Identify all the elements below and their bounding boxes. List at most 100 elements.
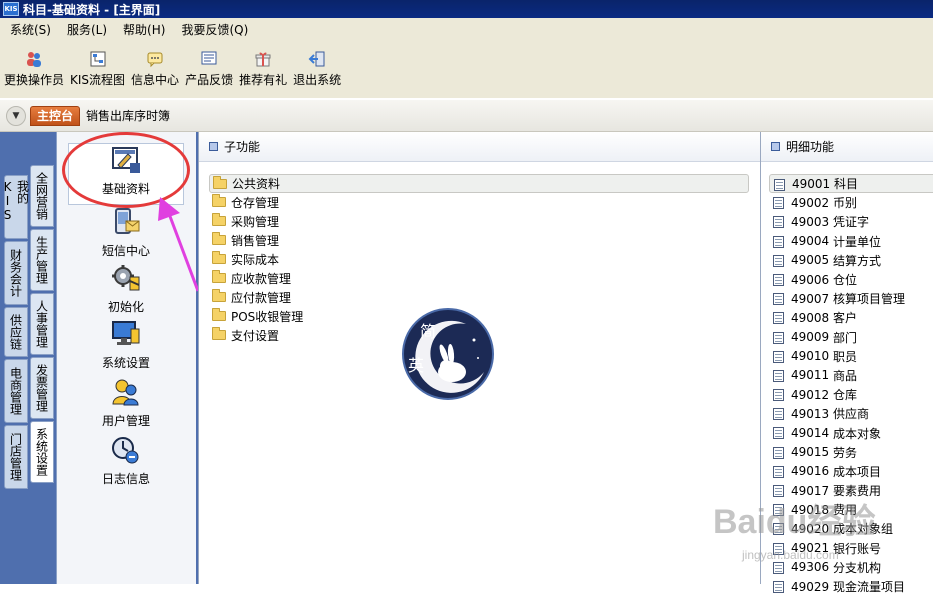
document-icon — [773, 369, 784, 382]
nav-strip: ▼ 主控台 销售出库序时簿 — [0, 100, 933, 132]
list-item[interactable]: 应付款管理 — [209, 288, 749, 307]
list-item[interactable]: 49010 职员 — [769, 347, 933, 366]
tab-supply-chain[interactable]: 供应链 — [4, 307, 28, 357]
module-label: 初始化 — [107, 300, 144, 314]
item-name: 核算项目管理 — [833, 292, 906, 307]
list-item[interactable]: 仓存管理 — [209, 193, 749, 212]
list-item[interactable]: 49016 成本项目 — [769, 462, 933, 481]
detail-function-title: 明细功能 — [786, 140, 835, 154]
header-square-icon — [771, 142, 780, 151]
item-name: 成本项目 — [833, 464, 882, 479]
item-code: 49003 — [791, 214, 830, 229]
tab-omni-marketing[interactable]: 全网营销 — [30, 165, 54, 227]
item-code: 49015 — [791, 445, 830, 460]
module-system-settings[interactable]: 系统设置 — [68, 318, 184, 374]
list-item[interactable]: 49001 科目 — [769, 174, 933, 194]
item-name: 仓库 — [833, 388, 858, 403]
outer-vertical-tabs: 我的KIS 财务会计 供应链 电商管理 门店管理 — [1, 175, 30, 491]
list-item-label: 公共资料 — [232, 177, 281, 191]
folder-icon — [212, 308, 226, 321]
tab-store-management[interactable]: 门店管理 — [4, 425, 28, 489]
list-item[interactable]: 49005 结算方式 — [769, 251, 933, 270]
inner-vertical-tabs: 全网营销 生产管理 人事管理 发票管理 系统设置 — [30, 165, 54, 485]
detail-function-header: 明细功能 — [761, 132, 933, 162]
toolbar-label: 推荐有礼 — [239, 73, 288, 87]
kis-flowchart-button[interactable]: KIS流程图 — [70, 40, 125, 88]
tab-system-settings[interactable]: 系统设置 — [30, 421, 54, 483]
item-name: 币别 — [833, 196, 858, 211]
list-item[interactable]: 49008 客户 — [769, 308, 933, 327]
info-center-button[interactable]: 信息中心 — [131, 40, 179, 88]
product-feedback-button[interactable]: 产品反馈 — [185, 40, 233, 88]
menu-system[interactable]: 系统(S) — [0, 21, 57, 38]
tab-finance-accounting[interactable]: 财务会计 — [4, 241, 28, 305]
item-name: 成本对象 — [833, 426, 882, 441]
document-icon — [773, 254, 784, 267]
flowchart-icon — [88, 50, 108, 68]
watermark-badge: 简 英 — [402, 308, 494, 400]
menu-feedback[interactable]: 我要反馈(Q) — [171, 21, 254, 38]
gift-icon — [253, 50, 273, 68]
list-item[interactable]: 49014 成本对象 — [769, 423, 933, 442]
tab-ecommerce-management[interactable]: 电商管理 — [4, 359, 28, 423]
item-name: 劳务 — [833, 445, 858, 460]
exit-system-button[interactable]: 退出系统 — [293, 40, 341, 88]
menu-service[interactable]: 服务(L) — [57, 21, 113, 38]
list-item[interactable]: 49015 劳务 — [769, 443, 933, 462]
item-name: 计量单位 — [833, 234, 882, 249]
item-name: 仓位 — [833, 273, 858, 288]
item-code: 49009 — [791, 330, 830, 345]
folder-icon — [212, 232, 226, 245]
document-icon — [773, 580, 784, 593]
list-item-label: POS收银管理 — [231, 310, 304, 324]
tab-my-kis[interactable]: 我的KIS — [1, 175, 30, 239]
document-icon — [773, 446, 784, 459]
list-item[interactable]: 49006 仓位 — [769, 270, 933, 289]
list-item[interactable]: 49007 核算项目管理 — [769, 289, 933, 308]
list-item[interactable]: 49003 凭证字 — [769, 212, 933, 231]
module-user-management[interactable]: 用户管理 — [68, 376, 184, 432]
list-item[interactable]: 公共资料 — [209, 174, 749, 193]
list-item[interactable]: 49002 币别 — [769, 193, 933, 212]
list-item[interactable]: 应收款管理 — [209, 269, 749, 288]
list-item-label: 支付设置 — [231, 329, 280, 343]
list-item[interactable]: 销售管理 — [209, 231, 749, 250]
item-name: 现金流量项目 — [833, 580, 906, 595]
tab-main-console[interactable]: 主控台 — [30, 105, 81, 126]
folder-icon — [212, 251, 226, 264]
sub-function-header: 子功能 — [199, 132, 760, 162]
list-item[interactable]: 49012 仓库 — [769, 385, 933, 404]
menu-bar: 系统(S) 服务(L) 帮助(H) 我要反馈(Q) — [0, 18, 933, 40]
menu-help[interactable]: 帮助(H) — [113, 21, 171, 38]
item-code: 49013 — [791, 406, 830, 421]
list-item[interactable]: 采购管理 — [209, 212, 749, 231]
item-code: 49010 — [791, 349, 830, 364]
tab-production-management[interactable]: 生产管理 — [30, 229, 54, 291]
toolbar-label: KIS流程图 — [70, 73, 126, 87]
badge-char-left: 英 — [408, 356, 425, 375]
list-item[interactable]: 49011 商品 — [769, 366, 933, 385]
tab-hr-management[interactable]: 人事管理 — [30, 293, 54, 355]
switch-user-icon — [24, 50, 44, 68]
list-item[interactable]: 49013 供应商 — [769, 404, 933, 423]
module-log-info[interactable]: 日志信息 — [68, 434, 184, 490]
recommend-gift-button[interactable]: 推荐有礼 — [239, 40, 287, 88]
document-icon — [773, 312, 784, 325]
tab-invoice-management[interactable]: 发票管理 — [30, 357, 54, 419]
list-item[interactable]: 49029 现金流量项目 — [769, 577, 933, 596]
folder-icon — [213, 176, 227, 189]
module-label: 系统设置 — [101, 356, 150, 370]
chevron-down-icon[interactable]: ▼ — [6, 105, 26, 126]
list-item[interactable]: 49004 计量单位 — [769, 232, 933, 251]
list-item-label: 销售管理 — [231, 234, 280, 248]
item-code: 49007 — [791, 291, 830, 306]
list-item[interactable]: 实际成本 — [209, 250, 749, 269]
item-code: 49029 — [791, 579, 830, 594]
list-item-label: 应收款管理 — [231, 272, 292, 286]
window-title: 科目-基础资料 - [主界面] — [23, 2, 161, 17]
document-icon — [773, 216, 784, 229]
item-name: 商品 — [833, 368, 858, 383]
tab-sales-outbound-journal[interactable]: 销售出库序时簿 — [86, 107, 170, 124]
list-item[interactable]: 49009 部门 — [769, 328, 933, 347]
switch-operator-button[interactable]: 更换操作员 — [4, 40, 64, 88]
